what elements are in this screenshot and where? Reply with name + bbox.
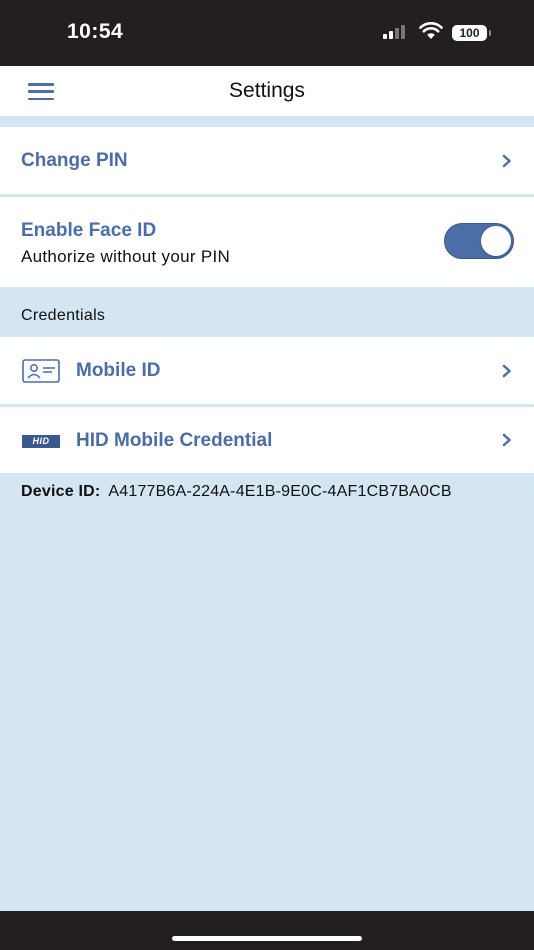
face-id-row: Enable Face ID Authorize without your PI… <box>0 197 534 287</box>
status-bar: 10:54 100 <box>0 0 534 66</box>
device-id-label: Device ID: <box>21 483 101 500</box>
change-pin-label: Change PIN <box>21 150 128 171</box>
device-id-value: A4177B6A-224A-4E1B-9E0C-4AF1CB7BA0CB <box>108 483 452 500</box>
chevron-right-icon <box>502 154 511 168</box>
chevron-right-icon <box>502 433 511 447</box>
face-id-description: Authorize without your PIN <box>21 247 231 266</box>
credentials-section-header: Credentials <box>21 307 106 324</box>
signal-icon <box>383 25 405 39</box>
face-id-toggle[interactable] <box>444 223 514 259</box>
hid-credential-row[interactable]: HID HID Mobile Credential <box>0 407 534 473</box>
home-indicator-area <box>0 911 534 950</box>
face-id-label: Enable Face ID <box>21 220 157 241</box>
mobile-id-row[interactable]: Mobile ID <box>0 337 534 404</box>
device-id: Device ID: A4177B6A-224A-4E1B-9E0C-4AF1CB… <box>21 483 452 501</box>
battery-icon: 100 <box>452 25 491 41</box>
nav-bar: Settings <box>0 66 534 116</box>
chevron-right-icon <box>502 364 511 378</box>
id-card-icon <box>22 359 60 383</box>
status-time: 10:54 <box>67 20 124 43</box>
wifi-icon <box>419 22 443 39</box>
change-pin-row[interactable]: Change PIN <box>0 127 534 194</box>
page-title: Settings <box>229 79 305 102</box>
toggle-knob <box>481 226 511 256</box>
hid-logo-icon: HID <box>22 435 60 448</box>
mobile-id-label: Mobile ID <box>76 360 161 381</box>
hid-credential-label: HID Mobile Credential <box>76 430 273 451</box>
home-indicator[interactable] <box>172 936 362 941</box>
